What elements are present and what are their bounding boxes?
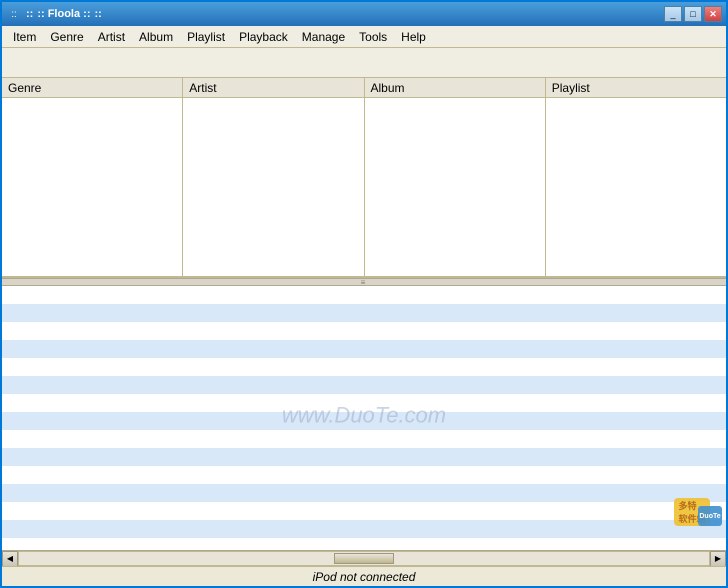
title-bar: :: :: :: Floola :: :: _ □ ✕ bbox=[2, 2, 726, 26]
status-bar: iPod not connected bbox=[2, 566, 726, 586]
maximize-button[interactable]: □ bbox=[684, 6, 702, 22]
genre-column-content[interactable] bbox=[2, 98, 182, 276]
window-title: :: Floola :: bbox=[37, 8, 90, 20]
track-row[interactable] bbox=[2, 340, 726, 358]
title-bar-left: :: :: :: Floola :: :: bbox=[6, 6, 102, 22]
track-row[interactable] bbox=[2, 430, 726, 448]
title-dots-right: :: bbox=[94, 8, 101, 20]
app-icon: :: bbox=[6, 6, 22, 22]
status-text: iPod not connected bbox=[313, 570, 416, 584]
playlist-column: Playlist bbox=[546, 78, 726, 276]
scroll-left-button[interactable]: ◀ bbox=[2, 551, 18, 567]
genre-column: Genre bbox=[2, 78, 183, 276]
browser-panel: Genre Artist Album Playlist bbox=[2, 78, 726, 278]
track-row[interactable] bbox=[2, 502, 726, 520]
menu-item-genre[interactable]: Genre bbox=[43, 27, 90, 47]
menu-item-playlist[interactable]: Playlist bbox=[180, 27, 232, 47]
track-list-wrapper: www.DuoTe.com 多特软件站 DuoTe bbox=[2, 286, 726, 550]
album-column-content[interactable] bbox=[365, 98, 545, 276]
track-row[interactable] bbox=[2, 484, 726, 502]
playlist-column-header: Playlist bbox=[546, 78, 726, 98]
main-window: :: :: :: Floola :: :: _ □ ✕ Item Genre A… bbox=[0, 0, 728, 588]
artist-column-content[interactable] bbox=[183, 98, 363, 276]
menu-item-playback[interactable]: Playback bbox=[232, 27, 295, 47]
track-row[interactable] bbox=[2, 394, 726, 412]
menu-item-artist[interactable]: Artist bbox=[91, 27, 132, 47]
menu-item-manage[interactable]: Manage bbox=[295, 27, 352, 47]
track-row[interactable] bbox=[2, 538, 726, 550]
close-button[interactable]: ✕ bbox=[704, 6, 722, 22]
track-row[interactable] bbox=[2, 412, 726, 430]
menu-bar: Item Genre Artist Album Playlist Playbac… bbox=[2, 26, 726, 48]
scroll-right-button[interactable]: ▶ bbox=[710, 551, 726, 567]
track-list[interactable] bbox=[2, 286, 726, 550]
panel-splitter[interactable]: ≡ bbox=[2, 278, 726, 286]
menu-item-tools[interactable]: Tools bbox=[352, 27, 394, 47]
track-row[interactable] bbox=[2, 286, 726, 304]
toolbar bbox=[2, 48, 726, 78]
title-bar-controls: _ □ ✕ bbox=[664, 6, 722, 22]
artist-column: Artist bbox=[183, 78, 364, 276]
app-icon-dots: :: bbox=[11, 9, 17, 20]
scrollbar-track[interactable] bbox=[18, 551, 710, 566]
track-row[interactable] bbox=[2, 358, 726, 376]
genre-column-header: Genre bbox=[2, 78, 182, 98]
track-row[interactable] bbox=[2, 448, 726, 466]
album-column: Album bbox=[365, 78, 546, 276]
track-row[interactable] bbox=[2, 520, 726, 538]
track-row[interactable] bbox=[2, 466, 726, 484]
title-dots-left: :: bbox=[26, 8, 33, 20]
menu-item-help[interactable]: Help bbox=[394, 27, 433, 47]
album-column-header: Album bbox=[365, 78, 545, 98]
menu-item-album[interactable]: Album bbox=[132, 27, 180, 47]
main-content: Genre Artist Album Playlist ≡ bbox=[2, 78, 726, 586]
playlist-column-content[interactable] bbox=[546, 98, 726, 276]
track-row[interactable] bbox=[2, 376, 726, 394]
track-row[interactable] bbox=[2, 304, 726, 322]
menu-item-item[interactable]: Item bbox=[6, 27, 43, 47]
scrollbar-thumb[interactable] bbox=[334, 553, 394, 564]
horizontal-scrollbar[interactable]: ◀ ▶ bbox=[2, 550, 726, 566]
artist-column-header: Artist bbox=[183, 78, 363, 98]
minimize-button[interactable]: _ bbox=[664, 6, 682, 22]
track-row[interactable] bbox=[2, 322, 726, 340]
